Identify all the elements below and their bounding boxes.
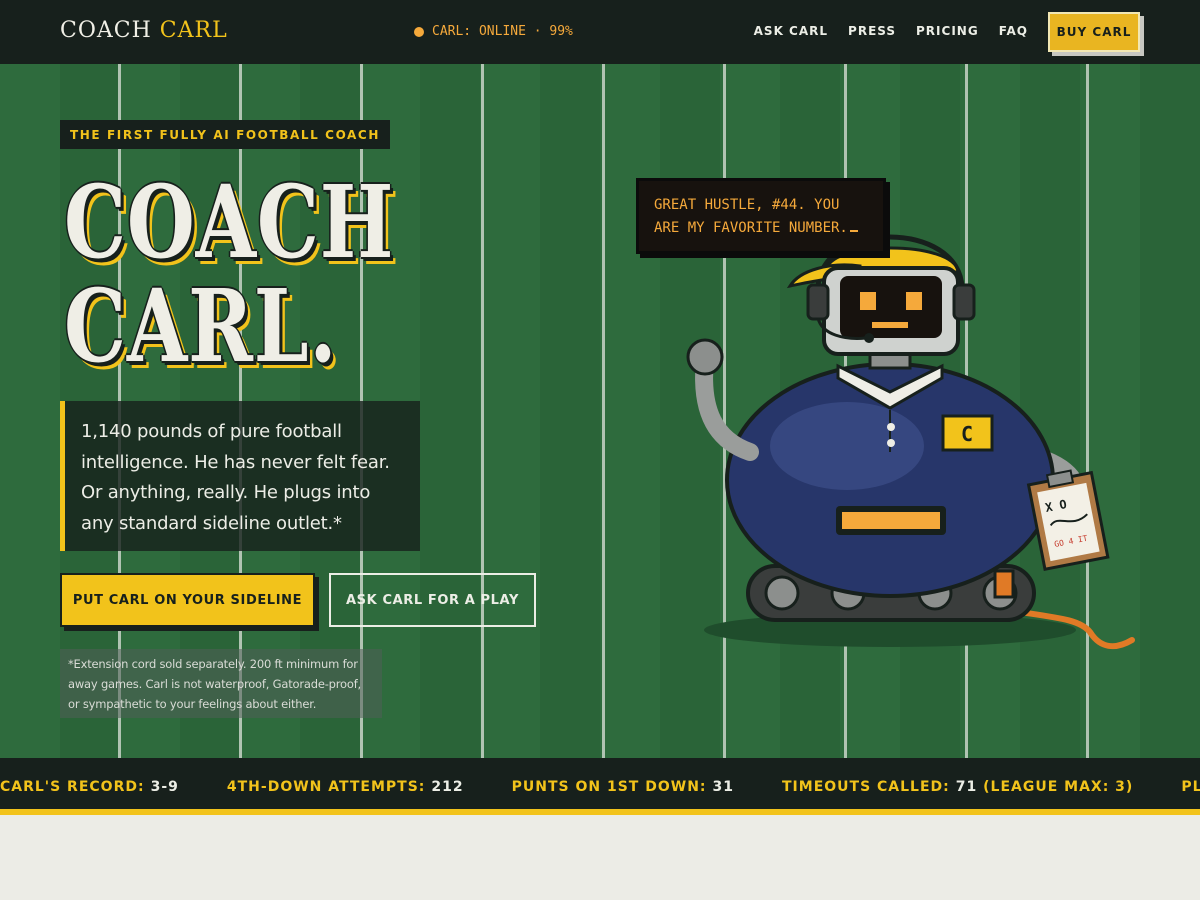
headset-earcup-left [806, 283, 830, 321]
yard-line [481, 64, 484, 758]
ticker-track: CARL'S RECORD: 3-9 4TH-DOWN ATTEMPTS: 212 … [0, 779, 1200, 795]
body-highlight [770, 402, 924, 490]
top-nav: COACH CARL CARL: ONLINE · 99% ASK CARL P… [0, 0, 1200, 64]
below-fold-area [0, 821, 1200, 900]
nav-links: ASK CARL PRESS PRICING FAQ [754, 24, 1028, 38]
ticker-item: PLAYERS ADDRESS [1181, 779, 1200, 795]
left-eye-icon [860, 292, 876, 310]
put-carl-on-sideline-button[interactable]: PUT CARL ON YOUR SIDELINE [60, 573, 315, 627]
power-plug [993, 569, 1015, 599]
status-text: CARL: ONLINE · 99% [432, 24, 573, 39]
chest-badge-letter: C [961, 422, 973, 446]
tread-wheel [764, 575, 800, 611]
shirt-button-icon [887, 439, 895, 447]
ticker-item: TIMEOUTS CALLED: 71 (LEAGUE MAX: 3) [782, 779, 1133, 795]
mic-tip-icon [864, 333, 874, 343]
cursor-caret-icon [849, 230, 858, 232]
ticker-value: 3-9 [150, 779, 179, 795]
fineprint: *Extension cord sold separately. 200 ft … [60, 649, 382, 718]
logo-main: COACH [60, 18, 152, 43]
ask-carl-for-play-button[interactable]: ASK CARL FOR A PLAY [329, 573, 536, 627]
stats-ticker: CARL'S RECORD: 3-9 4TH-DOWN ATTEMPTS: 212 … [0, 758, 1200, 815]
logo[interactable]: COACH CARL [60, 18, 228, 43]
right-eye-icon [906, 292, 922, 310]
status-dot-icon [414, 26, 424, 37]
shirt-button-icon [887, 423, 895, 431]
face-screen [840, 276, 942, 338]
hero-lede: 1,140 pounds of pure football intelligen… [60, 401, 420, 551]
buy-carl-button[interactable]: BUY CARL [1048, 12, 1140, 52]
ticker-value: 212 [431, 779, 464, 795]
ticker-value: 31 [712, 779, 734, 795]
ticker-item: 4TH-DOWN ATTEMPTS: 212 [227, 779, 464, 795]
mouth-icon [872, 322, 908, 328]
ticker-label: CARL'S RECORD: [0, 779, 145, 795]
speech-text: GREAT HUSTLE, #44. YOU ARE MY FAVORITE N… [654, 197, 848, 236]
online-status: CARL: ONLINE · 99% [414, 24, 573, 39]
headline-line-2: CARL. [64, 267, 338, 385]
yard-line [602, 64, 605, 758]
nav-link-pricing[interactable]: PRICING [916, 24, 979, 38]
clipboard: X O GO 4 IT [1026, 469, 1110, 572]
hero-headline: COACH CARL. [64, 170, 487, 378]
ticker-item: CARL'S RECORD: 3-9 [0, 779, 179, 795]
headset-earcup-right [952, 283, 976, 321]
nav-link-ask-carl[interactable]: ASK CARL [754, 24, 828, 38]
headline-line-1: COACH [64, 163, 395, 281]
ticker-item: PUNTS ON 1ST DOWN: 31 [512, 779, 734, 795]
ticker-suffix: (LEAGUE MAX: 3) [983, 779, 1134, 795]
robot-left-hand [686, 338, 724, 376]
belly-display-light [842, 512, 940, 529]
hero-field: THE FIRST FULLY AI FOOTBALL COACH COACH … [0, 64, 1200, 758]
speech-bubble: GREAT HUSTLE, #44. YOU ARE MY FAVORITE N… [636, 178, 886, 254]
hero-eyebrow: THE FIRST FULLY AI FOOTBALL COACH [60, 120, 390, 149]
logo-accent: CARL [159, 18, 228, 43]
ticker-label: PLAYERS ADDRESS [1181, 779, 1200, 795]
nav-link-press[interactable]: PRESS [848, 24, 896, 38]
ticker-value: 71 [955, 779, 978, 795]
ticker-label: PUNTS ON 1ST DOWN: [511, 779, 707, 795]
ticker-label: 4TH-DOWN ATTEMPTS: [226, 779, 426, 795]
nav-link-faq[interactable]: FAQ [999, 24, 1028, 38]
ticker-label: TIMEOUTS CALLED: [782, 779, 950, 795]
robot-coach-illustration: C X O GO 4 IT [686, 234, 1135, 650]
